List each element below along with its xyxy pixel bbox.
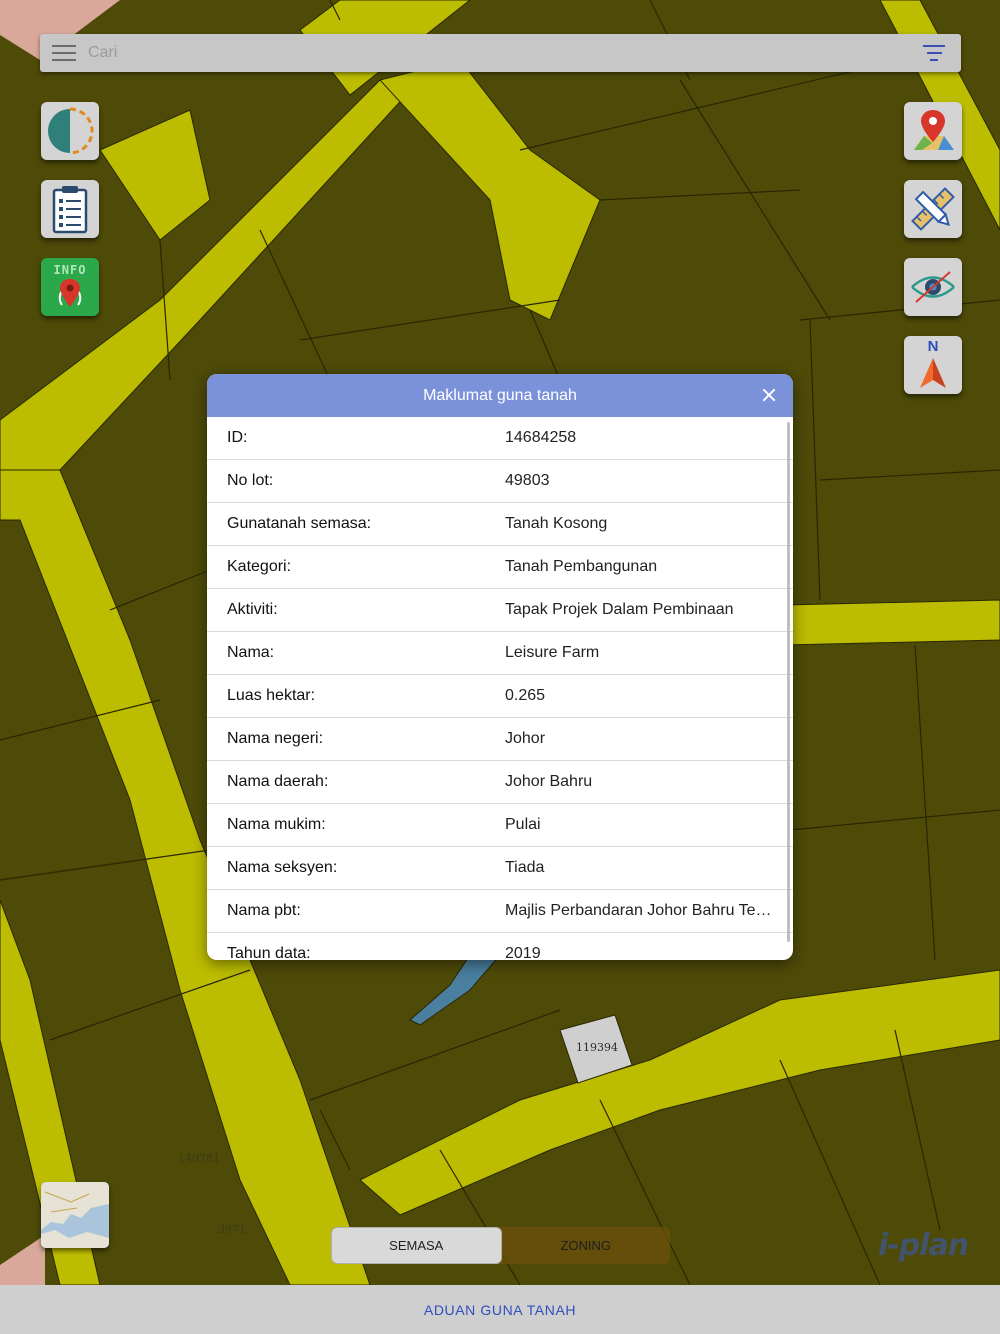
row-label: Nama daerah: bbox=[227, 773, 329, 790]
row-value: Johor bbox=[505, 730, 546, 747]
search-input[interactable] bbox=[88, 38, 923, 68]
info-row-district: Nama daerah: Johor Bahru bbox=[207, 761, 793, 804]
measure-draw-button[interactable] bbox=[904, 180, 962, 238]
info-row-activity: Aktiviti: Tapak Projek Dalam Pembinaan bbox=[207, 589, 793, 632]
row-label: Nama: bbox=[227, 644, 275, 661]
row-value: Tiada bbox=[505, 859, 545, 876]
north-arrow-icon: N bbox=[908, 338, 958, 392]
row-label: No lot: bbox=[227, 472, 274, 489]
report-land-use-label: ADUAN GUNA TANAH bbox=[423, 1301, 577, 1318]
info-row-lot: No lot: 49803 bbox=[207, 460, 793, 503]
row-value: 49803 bbox=[505, 472, 550, 489]
iplan-logo: i-plan bbox=[874, 1226, 984, 1270]
row-label: Gunatanah semasa: bbox=[227, 515, 372, 532]
row-value: Tanah Kosong bbox=[505, 515, 608, 532]
filter-icon[interactable] bbox=[923, 45, 945, 61]
tab-zoning[interactable]: ZONING bbox=[502, 1227, 671, 1264]
location-button[interactable] bbox=[904, 102, 962, 160]
visibility-button[interactable] bbox=[904, 258, 962, 316]
row-value: Tapak Projek Dalam Pembinaan bbox=[505, 601, 734, 618]
row-value: 2019 bbox=[505, 945, 541, 960]
search-bar bbox=[40, 34, 961, 72]
row-value: Johor Bahru bbox=[505, 773, 593, 790]
dialog-header: Maklumat guna tanah bbox=[207, 374, 793, 417]
row-value: Tanah Pembangunan bbox=[505, 558, 658, 575]
basemap-thumbnail-button[interactable] bbox=[41, 1182, 109, 1248]
info-row-name: Nama: Leisure Farm bbox=[207, 632, 793, 675]
row-label: Nama negeri: bbox=[227, 730, 324, 747]
close-icon[interactable] bbox=[759, 385, 779, 405]
lot-label: 119394 bbox=[576, 1041, 618, 1054]
row-label: Aktiviti: bbox=[227, 601, 278, 618]
row-label: Tahun data: bbox=[227, 945, 311, 960]
row-label: Nama mukim: bbox=[227, 816, 326, 833]
row-value: 0.265 bbox=[505, 687, 546, 704]
info-row-mukim: Nama mukim: Pulai bbox=[207, 804, 793, 847]
map-pin-icon bbox=[914, 110, 954, 150]
row-label: Nama seksyen: bbox=[227, 859, 338, 876]
info-pin-icon: INFO bbox=[44, 261, 96, 313]
legend-list-button[interactable] bbox=[41, 180, 99, 238]
row-value: Majlis Perbandaran Johor Bahru Tengah bbox=[505, 902, 792, 919]
basemap-thumbnail-icon bbox=[41, 1182, 109, 1248]
row-value: Leisure Farm bbox=[505, 644, 600, 661]
info-row-current-use: Gunatanah semasa: Tanah Kosong bbox=[207, 503, 793, 546]
land-use-info-dialog: Maklumat guna tanah ID: 14684258 No lot:… bbox=[207, 374, 793, 960]
dialog-scrollbar[interactable] bbox=[787, 422, 790, 942]
pencil-ruler-icon bbox=[911, 187, 955, 231]
info-row-id: ID: 14684258 bbox=[207, 417, 793, 460]
logo-text: i-plan bbox=[878, 1228, 969, 1263]
row-label: Nama pbt: bbox=[227, 902, 301, 919]
info-table[interactable]: ID: 14684258 No lot: 49803 Gunatanah sem… bbox=[207, 417, 793, 960]
report-land-use-button[interactable]: ADUAN GUNA TANAH bbox=[0, 1285, 1000, 1334]
info-button[interactable]: INFO bbox=[41, 258, 99, 316]
info-row-pbt: Nama pbt: Majlis Perbandaran Johor Bahru… bbox=[207, 890, 793, 933]
info-row-section: Nama seksyen: Tiada bbox=[207, 847, 793, 890]
row-label: Kategori: bbox=[227, 558, 292, 575]
menu-icon[interactable] bbox=[52, 45, 76, 61]
clipboard-list-icon bbox=[52, 186, 88, 234]
layer-mode-toggle: SEMASA ZONING bbox=[331, 1227, 670, 1264]
row-value: Pulai bbox=[505, 816, 541, 833]
row-label: ID: bbox=[227, 429, 248, 446]
layer-opacity-icon bbox=[48, 107, 94, 155]
layer-opacity-button[interactable] bbox=[41, 102, 99, 160]
info-row-category: Kategori: Tanah Pembangunan bbox=[207, 546, 793, 589]
row-label: Luas hektar: bbox=[227, 687, 316, 704]
lot-label: 140781 bbox=[178, 1152, 220, 1165]
eye-hidden-icon bbox=[911, 271, 955, 303]
row-value: 14684258 bbox=[505, 429, 577, 446]
dialog-title: Maklumat guna tanah bbox=[423, 386, 577, 404]
lot-label: 3971 bbox=[218, 1223, 246, 1236]
north-compass-button[interactable]: N bbox=[904, 336, 962, 394]
info-row-area: Luas hektar: 0.265 bbox=[207, 675, 793, 718]
tab-semasa[interactable]: SEMASA bbox=[331, 1227, 502, 1264]
info-row-year: Tahun data: 2019 bbox=[207, 933, 793, 960]
info-row-state: Nama negeri: Johor bbox=[207, 718, 793, 761]
